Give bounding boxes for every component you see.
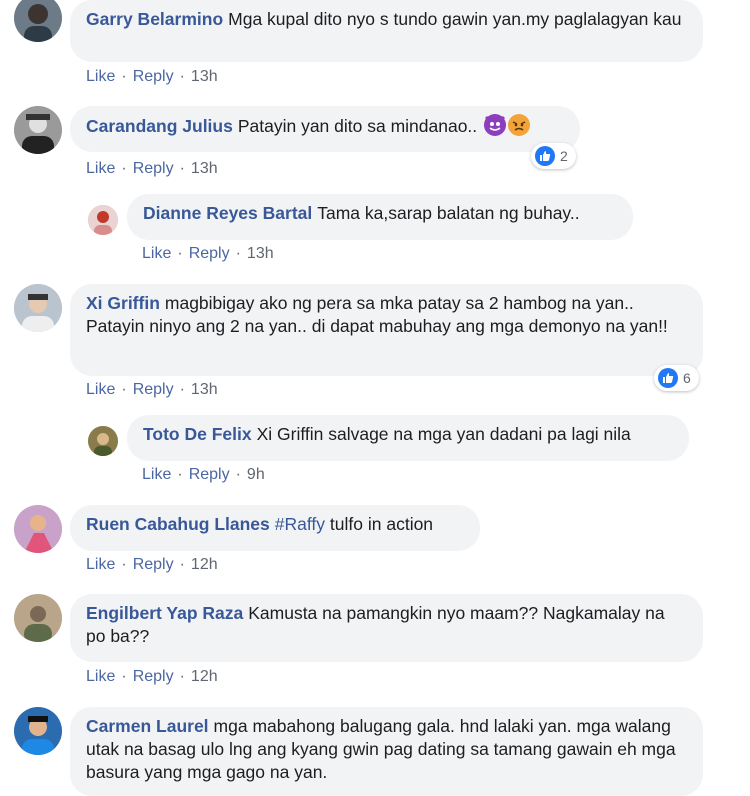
separator-dot: · xyxy=(179,556,185,573)
comment-actions: Like · Reply · 12h xyxy=(86,556,218,574)
comment-text: magbibigay ako ng pera sa mka patay sa 2… xyxy=(86,293,668,336)
comment-bubble: Dianne Reyes Bartal Tama ka,sarap balatan… xyxy=(127,194,633,240)
avatar[interactable] xyxy=(14,284,62,332)
like-link[interactable]: Like xyxy=(86,381,115,398)
comment-text: Patayin yan dito sa mindanao.. xyxy=(237,116,478,136)
comment-actions: Like · Reply · 9h xyxy=(142,466,265,484)
comment-timestamp[interactable]: 12h xyxy=(191,556,218,573)
separator-dot: · xyxy=(121,668,127,685)
avatar[interactable] xyxy=(14,594,62,642)
like-thumb-icon xyxy=(535,146,555,166)
like-link[interactable]: Like xyxy=(142,466,171,483)
avatar[interactable] xyxy=(14,707,62,755)
comment-text: tulfo in action xyxy=(329,514,434,534)
reaction-count: 2 xyxy=(560,148,568,164)
comment-actions: Like · Reply · 13h xyxy=(86,381,218,399)
comment-bubble: Engilbert Yap Raza Kamusta na pamangkin n… xyxy=(70,594,703,662)
reply-link[interactable]: Reply xyxy=(189,245,230,262)
avatar[interactable] xyxy=(14,0,62,42)
comment-author[interactable]: Engilbert Yap Raza xyxy=(86,603,243,623)
reply-link[interactable]: Reply xyxy=(133,160,174,177)
comment-bubble: Garry Belarmino Mga kupal dito nyo s tund… xyxy=(70,0,703,62)
reply-link[interactable]: Reply xyxy=(133,556,174,573)
comment-actions: Like · Reply · 13h xyxy=(142,245,274,263)
like-link[interactable]: Like xyxy=(86,556,115,573)
avatar[interactable] xyxy=(14,106,62,154)
reaction-count-badge[interactable]: 6 xyxy=(654,365,699,391)
like-link[interactable]: Like xyxy=(86,668,115,685)
comment-text: Mga kupal dito nyo s tundo gawin yan.my … xyxy=(228,9,682,29)
separator-dot: · xyxy=(179,381,185,398)
like-link[interactable]: Like xyxy=(86,68,115,85)
avatar[interactable] xyxy=(14,505,62,553)
comment-bubble: Carmen Laurel mga mabahong balugang gala.… xyxy=(70,707,703,796)
comment-author[interactable]: Ruen Cabahug Llanes xyxy=(86,514,270,534)
hashtag-link[interactable]: #Raffy xyxy=(275,514,325,534)
comment-author[interactable]: Carmen Laurel xyxy=(86,716,209,736)
comment-actions: Like · Reply · 12h xyxy=(86,668,218,686)
separator-dot: · xyxy=(177,466,183,483)
avatar[interactable] xyxy=(88,205,118,235)
comment-timestamp[interactable]: 13h xyxy=(191,381,218,398)
separator-dot: · xyxy=(235,245,241,262)
separator-dot: · xyxy=(179,68,185,85)
comment-text: Tama ka,sarap balatan ng buhay.. xyxy=(317,203,580,223)
reply-link[interactable]: Reply xyxy=(133,668,174,685)
comment-bubble: Ruen Cabahug Llanes #Raffy tulfo in actio… xyxy=(70,505,480,551)
smiling-imp-emoji-icon xyxy=(484,114,507,136)
separator-dot: · xyxy=(121,381,127,398)
separator-dot: · xyxy=(121,556,127,573)
reaction-count: 6 xyxy=(683,370,691,386)
comment-timestamp[interactable]: 13h xyxy=(191,68,218,85)
reply-link[interactable]: Reply xyxy=(189,466,230,483)
separator-dot: · xyxy=(121,68,127,85)
comment-bubble: Xi Griffin magbibigay ako ng pera sa mka … xyxy=(70,284,703,376)
comment-author[interactable]: Toto De Felix xyxy=(143,424,252,444)
comment-timestamp[interactable]: 13h xyxy=(247,245,274,262)
separator-dot: · xyxy=(177,245,183,262)
comment-bubble: Toto De Felix Xi Griffin salvage na mga y… xyxy=(127,415,689,461)
comment-text: Xi Griffin salvage na mga yan dadani pa … xyxy=(256,424,631,444)
like-link[interactable]: Like xyxy=(142,245,171,262)
reply-link[interactable]: Reply xyxy=(133,381,174,398)
separator-dot: · xyxy=(179,668,185,685)
like-thumb-icon xyxy=(658,368,678,388)
avatar[interactable] xyxy=(88,426,118,456)
comment-timestamp[interactable]: 13h xyxy=(191,160,218,177)
comment-author[interactable]: Dianne Reyes Bartal xyxy=(143,203,312,223)
angry-face-emoji-icon xyxy=(508,114,531,136)
comment-timestamp[interactable]: 12h xyxy=(191,668,218,685)
reaction-count-badge[interactable]: 2 xyxy=(531,143,576,169)
comment-author[interactable]: Carandang Julius xyxy=(86,116,233,136)
reply-link[interactable]: Reply xyxy=(133,68,174,85)
comment-author[interactable]: Garry Belarmino xyxy=(86,9,223,29)
separator-dot: · xyxy=(179,160,185,177)
comment-actions: Like · Reply · 13h xyxy=(86,160,218,178)
comment-author[interactable]: Xi Griffin xyxy=(86,293,160,313)
comment-timestamp[interactable]: 9h xyxy=(247,466,265,483)
like-link[interactable]: Like xyxy=(86,160,115,177)
comment-actions: Like · Reply · 13h xyxy=(86,68,218,86)
separator-dot: · xyxy=(235,466,241,483)
comment-bubble: Carandang Julius Patayin yan dito sa mind… xyxy=(70,106,580,152)
separator-dot: · xyxy=(121,160,127,177)
